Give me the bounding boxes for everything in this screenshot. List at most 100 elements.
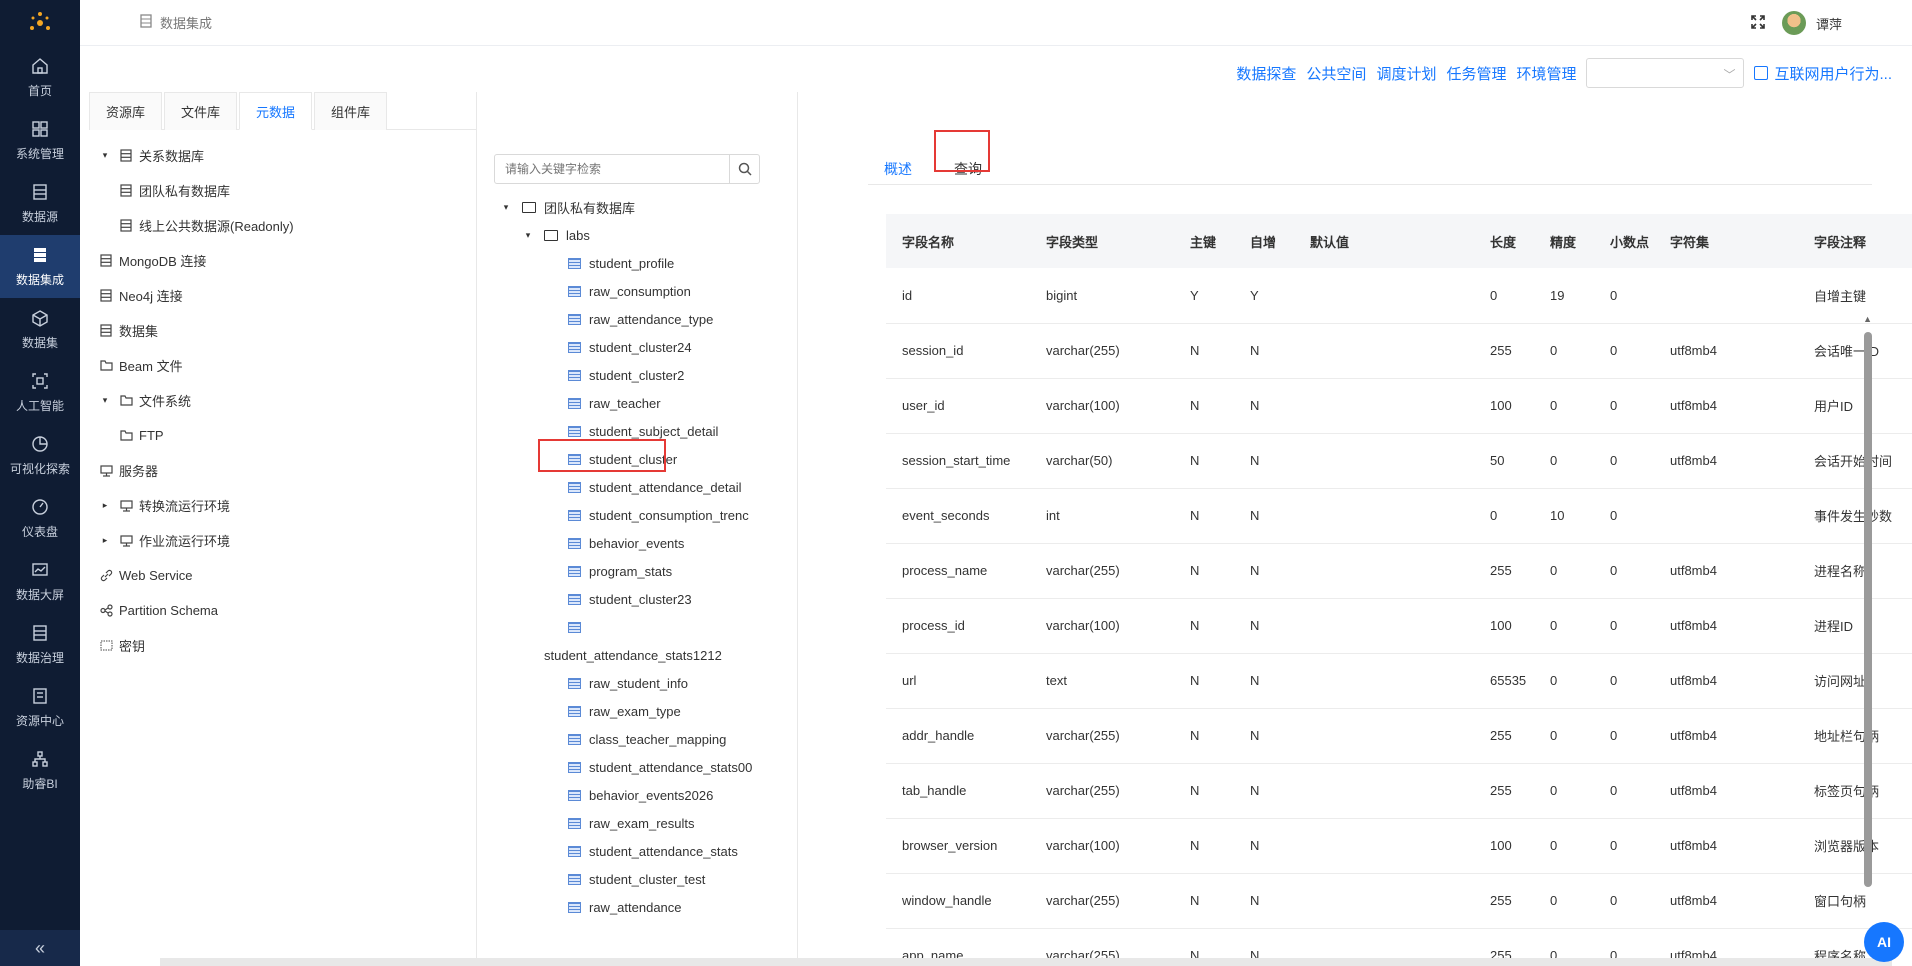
caret-icon[interactable]: ▸ xyxy=(99,535,111,546)
table-tree-item[interactable]: raw_attendance_type xyxy=(500,305,800,333)
table-tree-item[interactable]: student_attendance_stats1212 xyxy=(500,641,800,669)
tab-file-repo[interactable]: 文件库 xyxy=(164,92,238,130)
fullscreen-icon[interactable] xyxy=(1750,14,1766,33)
metadata-tree-node[interactable]: 密钥 xyxy=(89,628,476,663)
metadata-tree-node[interactable]: Web Service xyxy=(89,558,476,593)
column-header[interactable]: 精度 xyxy=(1534,214,1594,268)
sidebar-item-0[interactable]: 首页 xyxy=(0,46,80,109)
table-tree-item[interactable]: student_cluster2 xyxy=(500,361,800,389)
metadata-tree-node[interactable]: ▾ 文件系统 xyxy=(89,383,476,418)
sidebar-item-1[interactable]: 系统管理 xyxy=(0,109,80,172)
tab-component-repo[interactable]: 组件库 xyxy=(314,92,388,130)
table-row[interactable]: addr_handle varchar(255) N N 255 0 0 utf8mb4 地址栏… xyxy=(886,708,1912,764)
table-tree-item[interactable]: student_cluster23 xyxy=(500,585,800,613)
sidebar-item-5[interactable]: 人工智能 xyxy=(0,361,80,424)
tab-overview[interactable]: 概述 xyxy=(868,154,928,184)
tab-metadata[interactable]: 元数据 xyxy=(239,92,313,130)
column-header[interactable]: 字段类型 xyxy=(1030,214,1174,268)
table-tree-item[interactable]: raw_exam_type xyxy=(500,697,800,725)
metadata-tree-node[interactable]: FTP xyxy=(89,418,476,453)
caret-icon[interactable]: ▾ xyxy=(99,150,111,161)
logo-icon[interactable] xyxy=(0,0,80,46)
metadata-tree-node[interactable]: 数据集 xyxy=(89,313,476,348)
table-tree-item[interactable] xyxy=(500,613,800,641)
table-row[interactable]: session_start_time varchar(50) N N 50 0 0 utf8m… xyxy=(886,433,1912,489)
project-link[interactable]: 互联网用户行为... xyxy=(1754,63,1892,84)
column-header[interactable]: 自增 xyxy=(1234,214,1294,268)
caret-down-icon[interactable]: ▾ xyxy=(500,202,512,213)
sidebar-item-11[interactable]: 助睿BI xyxy=(0,739,80,802)
link-data-explore[interactable]: 数据探查 xyxy=(1236,63,1296,84)
search-input[interactable] xyxy=(495,155,729,183)
metadata-tree-node[interactable]: Beam 文件 xyxy=(89,348,476,383)
table-tree-item[interactable]: program_stats xyxy=(500,557,800,585)
column-header[interactable]: 字段名称 xyxy=(886,214,1030,268)
environment-select[interactable]: ﹀ xyxy=(1586,58,1745,88)
metadata-tree-node[interactable]: Neo4j 连接 xyxy=(89,278,476,313)
sidebar-item-10[interactable]: 资源中心 xyxy=(0,676,80,739)
table-row[interactable]: process_name varchar(255) N N 255 0 0 utf8mb4 进程… xyxy=(886,543,1912,599)
column-header[interactable]: 长度 xyxy=(1474,214,1534,268)
column-header[interactable]: 主键 xyxy=(1174,214,1234,268)
metadata-tree-node[interactable]: MongoDB 连接 xyxy=(89,243,476,278)
link-env-manage[interactable]: 环境管理 xyxy=(1516,63,1576,84)
table-tree-item[interactable]: raw_consumption xyxy=(500,277,800,305)
sidebar-item-3[interactable]: 数据集成 xyxy=(0,235,80,298)
table-tree-item[interactable]: behavior_events xyxy=(500,529,800,557)
column-header[interactable]: 字段注释 xyxy=(1798,214,1912,268)
metadata-tree-node[interactable]: Partition Schema xyxy=(89,593,476,628)
tree-root[interactable]: ▾ 团队私有数据库 xyxy=(500,193,800,221)
metadata-tree-node[interactable]: 团队私有数据库 xyxy=(89,173,476,208)
metadata-tree-node[interactable]: ▾ 关系数据库 xyxy=(89,138,476,173)
sidebar-item-7[interactable]: 仪表盘 xyxy=(0,487,80,550)
link-public-space[interactable]: 公共空间 xyxy=(1306,63,1366,84)
sidebar-item-9[interactable]: 数据治理 xyxy=(0,613,80,676)
metadata-tree-node[interactable]: ▸ 转换流运行环境 xyxy=(89,488,476,523)
table-row[interactable]: url text N N 65535 0 0 utf8mb4 访问网址 xyxy=(886,653,1912,709)
sidebar-item-2[interactable]: 数据源 xyxy=(0,172,80,235)
table-row[interactable]: browser_version varchar(100) N N 100 0 0 utf8mb… xyxy=(886,818,1912,874)
link-task-manage[interactable]: 任务管理 xyxy=(1446,63,1506,84)
link-schedule[interactable]: 调度计划 xyxy=(1376,63,1436,84)
caret-down-icon[interactable]: ▾ xyxy=(522,230,534,241)
column-header[interactable]: 默认值 xyxy=(1294,214,1474,268)
ai-assistant-button[interactable]: AI xyxy=(1864,922,1904,962)
table-row[interactable]: process_id varchar(100) N N 100 0 0 utf8mb4 进程ID xyxy=(886,598,1912,654)
collapse-sidebar-button[interactable]: « xyxy=(0,930,80,966)
avatar[interactable] xyxy=(1781,11,1806,35)
metadata-tree-node[interactable]: 服务器 xyxy=(89,453,476,488)
table-row[interactable]: window_handle varchar(255) N N 255 0 0 utf8mb4 窗… xyxy=(886,873,1912,929)
table-tree-item[interactable]: student_attendance_stats00 xyxy=(500,753,800,781)
username[interactable]: 谭萍 xyxy=(1816,14,1842,33)
horizontal-scrollbar[interactable] xyxy=(160,958,1892,966)
sidebar-item-8[interactable]: 数据大屏 xyxy=(0,550,80,613)
table-tree-item[interactable]: student_profile xyxy=(500,249,800,277)
vertical-scrollbar[interactable] xyxy=(1864,332,1872,887)
table-tree-item[interactable]: raw_attendance xyxy=(500,893,800,921)
table-tree-item[interactable]: raw_teacher xyxy=(500,389,800,417)
table-row[interactable]: tab_handle varchar(255) N N 255 0 0 utf8mb4 标签页句… xyxy=(886,763,1912,819)
scroll-up-icon[interactable]: ▲ xyxy=(1863,314,1872,324)
caret-icon[interactable]: ▸ xyxy=(99,500,111,511)
tree-schema[interactable]: ▾ labs xyxy=(500,221,800,249)
table-tree-item[interactable]: raw_student_info xyxy=(500,669,800,697)
sidebar-item-6[interactable]: 可视化探索 xyxy=(0,424,80,487)
metadata-tree-node[interactable]: ▸ 作业流运行环境 xyxy=(89,523,476,558)
column-header[interactable]: 小数点 xyxy=(1594,214,1654,268)
column-header[interactable]: 字符集 xyxy=(1654,214,1798,268)
table-tree-item[interactable]: student_consumption_trenc xyxy=(500,501,800,529)
search-button[interactable] xyxy=(729,155,759,183)
tab-resource-repo[interactable]: 资源库 xyxy=(89,92,163,130)
table-row[interactable]: user_id varchar(100) N N 100 0 0 utf8mb4 用户ID xyxy=(886,378,1912,434)
table-tree-item[interactable]: student_attendance_detail xyxy=(500,473,800,501)
caret-icon[interactable]: ▾ xyxy=(99,395,111,406)
sidebar-item-4[interactable]: 数据集 xyxy=(0,298,80,361)
table-row[interactable]: id bigint Y Y 0 19 0 自增主键 xyxy=(886,268,1912,324)
table-tree-item[interactable]: class_teacher_mapping xyxy=(500,725,800,753)
table-tree-item[interactable]: behavior_events2026 xyxy=(500,781,800,809)
metadata-tree-node[interactable]: 线上公共数据源(Readonly) xyxy=(89,208,476,243)
table-tree-item[interactable]: student_cluster24 xyxy=(500,333,800,361)
table-row[interactable]: session_id varchar(255) N N 255 0 0 utf8mb4 会话唯一… xyxy=(886,323,1912,379)
table-row[interactable]: event_seconds int N N 0 10 0 事件发生秒数 xyxy=(886,488,1912,544)
table-tree-item[interactable]: student_cluster_test xyxy=(500,865,800,893)
